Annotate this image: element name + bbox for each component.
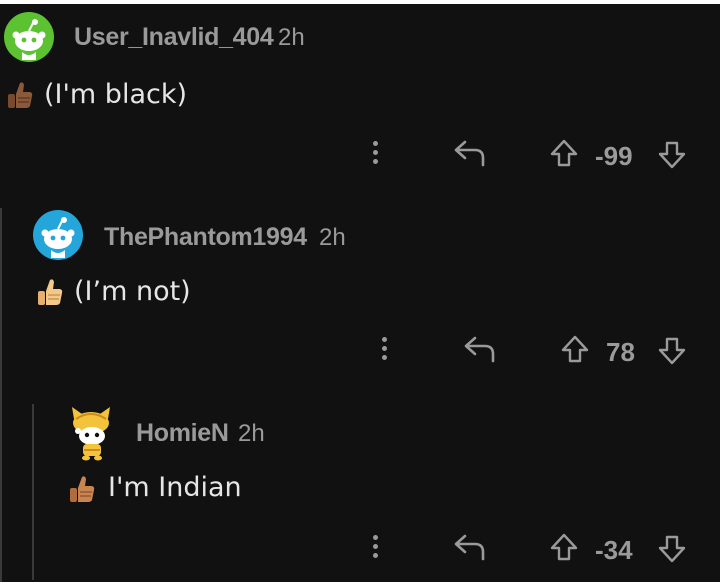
vote-score: -34: [595, 535, 633, 565]
username[interactable]: User_Inavlid_404: [74, 23, 274, 52]
thread-line-level-2[interactable]: [32, 404, 34, 580]
timestamp: 2h: [319, 224, 346, 251]
downvote-arrow-icon[interactable]: [657, 534, 687, 564]
upvote-arrow-icon[interactable]: [560, 334, 590, 364]
more-options-icon[interactable]: [380, 334, 388, 364]
more-options-icon[interactable]: [371, 138, 379, 168]
snoo-avatar-icon: [41, 217, 75, 258]
comment-body: (I’m not): [74, 276, 191, 307]
more-options-icon[interactable]: [371, 532, 379, 562]
upvote-arrow-icon[interactable]: [549, 532, 579, 562]
comment-body: (I'm black): [44, 79, 188, 110]
thumbs-up-icon: [70, 476, 95, 502]
downvote-arrow-icon[interactable]: [657, 140, 687, 170]
thread-line-level-1[interactable]: [0, 208, 2, 588]
username[interactable]: HomieN: [136, 419, 229, 448]
vote-score: 78: [606, 337, 635, 367]
timestamp: 2h: [278, 24, 305, 51]
snoo-avatar-icon: [72, 407, 110, 461]
thumbs-up-icon: [38, 279, 63, 305]
timestamp: 2h: [238, 420, 265, 447]
thumbs-up-icon: [8, 82, 33, 108]
avatar-homien[interactable]: [66, 405, 116, 461]
downvote-arrow-icon[interactable]: [657, 336, 687, 366]
avatar-user-inavlid-404[interactable]: [4, 12, 54, 62]
comment-thread: User_Inavlid_404 2h (I'm black) -99 TheP…: [0, 0, 720, 588]
vote-score: -99: [595, 141, 633, 171]
upvote-arrow-icon[interactable]: [549, 138, 579, 168]
reply-arrow-icon[interactable]: [453, 532, 487, 562]
reply-arrow-icon[interactable]: [453, 138, 487, 168]
username[interactable]: ThePhantom1994: [104, 223, 307, 252]
avatar-thephantom1994[interactable]: [33, 210, 83, 260]
reply-arrow-icon[interactable]: [463, 334, 497, 364]
snoo-avatar-icon: [12, 19, 46, 60]
comment-body: I'm Indian: [108, 472, 242, 503]
